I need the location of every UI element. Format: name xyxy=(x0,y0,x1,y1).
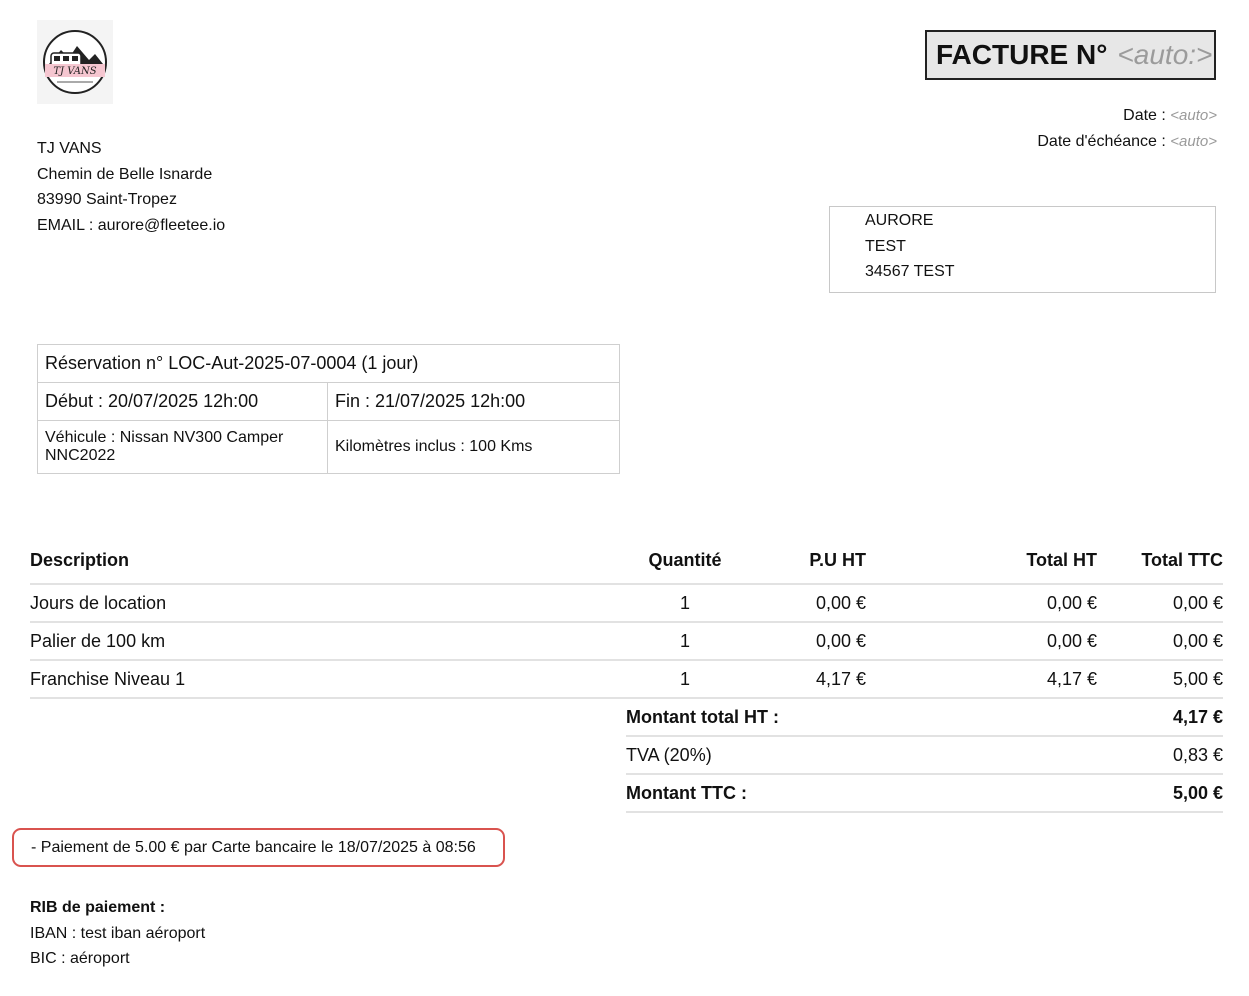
tva-row: TVA (20%) 0,83 € xyxy=(626,737,1223,775)
header-quantity: Quantité xyxy=(648,549,722,570)
header-description: Description xyxy=(30,549,130,570)
company-city: 83990 Saint-Tropez xyxy=(37,191,177,208)
client-name: AURORE xyxy=(865,212,934,229)
header-total-ttc: Total TTC xyxy=(1141,549,1223,570)
row-total-ttc: 0,00 € xyxy=(1172,592,1223,613)
header-total-ht: Total HT xyxy=(1026,549,1097,570)
company-email: EMAIL : aurore@fleetee.io xyxy=(37,216,226,234)
totals-block: Montant total HT : 4,17 € TVA (20%) 0,83… xyxy=(626,699,1223,813)
row-unit-price: 0,00 € xyxy=(815,630,866,651)
company-name: TJ VANS xyxy=(37,140,102,157)
client-address-box: AURORE TEST 34567 TEST xyxy=(829,206,1216,293)
row-total-ttc: 5,00 € xyxy=(1172,668,1223,689)
row-total-ht: 4,17 € xyxy=(1046,668,1097,689)
company-info: TJ VANS Chemin de Belle Isnarde 83990 Sa… xyxy=(37,136,225,238)
table-row: Franchise Niveau 1 1 4,17 € 4,17 € 5,00 … xyxy=(30,661,1223,699)
row-quantity: 1 xyxy=(679,592,690,613)
invoice-due-line: Date d'échéance : <auto> xyxy=(1037,129,1217,155)
row-description: Jours de location xyxy=(30,592,167,613)
rib-bic: BIC : aéroport xyxy=(30,950,130,967)
company-street: Chemin de Belle Isnarde xyxy=(37,165,213,183)
invoice-date-label: Date : xyxy=(1123,107,1171,124)
total-ttc-label: Montant TTC : xyxy=(626,782,747,803)
row-description: Franchise Niveau 1 xyxy=(30,668,186,689)
rib-title: RIB de paiement : xyxy=(30,899,166,916)
row-total-ttc: 0,00 € xyxy=(1172,630,1223,651)
reservation-table: Réservation n° LOC-Aut-2025-07-0004 (1 j… xyxy=(37,344,620,474)
table-header-row: Description Quantité P.U HT Total HT Tot… xyxy=(30,537,1223,585)
header-unit-price: P.U HT xyxy=(809,549,866,570)
row-quantity: 1 xyxy=(679,668,690,689)
tva-value: 0,83 € xyxy=(1172,744,1223,765)
invoice-dates: Date : <auto> Date d'échéance : <auto> xyxy=(1037,103,1217,154)
row-unit-price: 0,00 € xyxy=(815,592,866,613)
invoice-date-line: Date : <auto> xyxy=(1037,103,1217,129)
client-address: TEST xyxy=(865,237,906,255)
svg-text:TJ VANS: TJ VANS xyxy=(53,66,96,77)
tj-vans-logo-icon: TJ VANS xyxy=(43,30,107,94)
reservation-title: Réservation n° LOC-Aut-2025-07-0004 (1 j… xyxy=(37,344,620,383)
row-description: Palier de 100 km xyxy=(30,630,166,651)
total-ht-value: 4,17 € xyxy=(1172,706,1223,727)
table-row: Jours de location 1 0,00 € 0,00 € 0,00 € xyxy=(30,585,1223,623)
client-city: 34567 TEST xyxy=(865,263,955,280)
reservation-end: Fin : 21/07/2025 12h:00 xyxy=(327,382,620,421)
invoice-lines-table: Description Quantité P.U HT Total HT Tot… xyxy=(30,537,1223,699)
rib-iban: IBAN : test iban aéroport xyxy=(30,924,206,942)
total-ttc-value: 5,00 € xyxy=(1172,782,1223,803)
payment-text: - Paiement de 5.00 € par Carte bancaire … xyxy=(31,838,476,856)
reservation-km: Kilomètres inclus : 100 Kms xyxy=(327,420,620,474)
total-ht-label: Montant total HT : xyxy=(626,706,779,727)
invoice-title-box: FACTURE N° <auto:> xyxy=(925,30,1216,80)
invoice-due-label: Date d'échéance : xyxy=(1037,132,1171,150)
total-ttc-row: Montant TTC : 5,00 € xyxy=(626,775,1223,813)
invoice-date-value: <auto> xyxy=(1170,107,1217,124)
tva-label: TVA (20%) xyxy=(626,744,712,765)
row-unit-price: 4,17 € xyxy=(815,668,866,689)
payment-note: - Paiement de 5.00 € par Carte bancaire … xyxy=(12,828,505,867)
invoice-number: <auto:> xyxy=(1117,39,1213,70)
table-row: Palier de 100 km 1 0,00 € 0,00 € 0,00 € xyxy=(30,623,1223,661)
row-total-ht: 0,00 € xyxy=(1046,630,1097,651)
invoice-title: FACTURE N° xyxy=(936,39,1108,70)
row-total-ht: 0,00 € xyxy=(1046,592,1097,613)
invoice-due-value: <auto> xyxy=(1170,132,1217,150)
row-quantity: 1 xyxy=(679,630,690,651)
rib-block: RIB de paiement : IBAN : test iban aérop… xyxy=(30,895,205,972)
company-logo: TJ VANS xyxy=(37,20,113,104)
reservation-start: Début : 20/07/2025 12h:00 xyxy=(37,382,328,421)
total-ht-row: Montant total HT : 4,17 € xyxy=(626,699,1223,737)
reservation-vehicle: Véhicule : Nissan NV300 Camper NNC2022 xyxy=(37,420,328,474)
